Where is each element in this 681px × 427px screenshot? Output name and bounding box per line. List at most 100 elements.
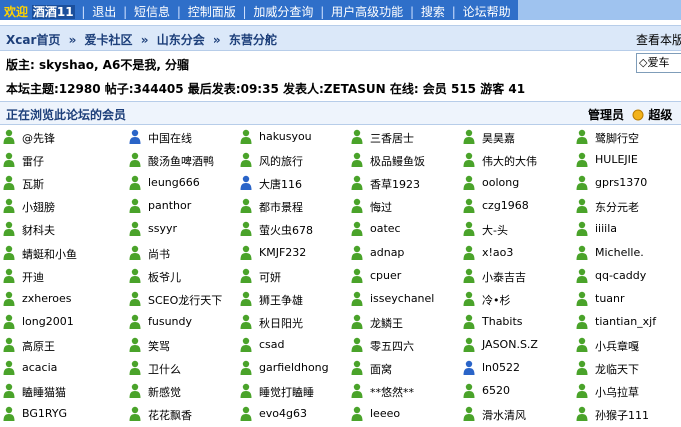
member-name[interactable]: 龙临天下	[595, 361, 639, 377]
member-name[interactable]: 6520	[482, 384, 510, 397]
breadcrumb-shandong[interactable]: 山东分会	[157, 33, 205, 47]
member-name[interactable]: 冷•杉	[482, 292, 511, 308]
member-name[interactable]: 滑水清风	[482, 407, 526, 423]
user-icon	[240, 245, 252, 260]
member-name[interactable]: oatec	[370, 222, 401, 235]
breadcrumb-dongying[interactable]: 东营分舵	[229, 33, 277, 47]
member-name[interactable]: leung666	[148, 176, 200, 189]
member-name[interactable]: 香草1923	[370, 176, 420, 192]
member-name[interactable]: x!ao3	[482, 246, 513, 259]
member-name[interactable]: ln0522	[482, 361, 520, 374]
member-name[interactable]: 大唐116	[259, 176, 302, 192]
member-name[interactable]: oolong	[482, 176, 519, 189]
member-name[interactable]: 瞌睡猫猫	[22, 384, 66, 400]
member-name[interactable]: 秋日阳光	[259, 315, 303, 331]
member-name[interactable]: 瓦斯	[22, 176, 44, 192]
member-name[interactable]: KMJF232	[259, 246, 306, 259]
user-icon	[576, 291, 588, 306]
user-icon	[576, 314, 588, 329]
member-name[interactable]: 昊昊嘉	[482, 130, 515, 146]
advanced-features-link[interactable]: 用户高级功能	[331, 5, 403, 19]
member-name[interactable]: 三香居士	[370, 130, 414, 146]
member-name[interactable]: qq-caddy	[595, 269, 646, 282]
member-name[interactable]: isseychanel	[370, 292, 434, 305]
member-name[interactable]: 豺科夫	[22, 222, 55, 238]
member-name[interactable]: 笑骂	[148, 338, 170, 354]
member-name[interactable]: iiiila	[595, 222, 617, 235]
forum-help-link[interactable]: 论坛帮助	[463, 5, 511, 19]
member-name[interactable]: 都市景程	[259, 199, 303, 215]
member-name[interactable]: 睡觉打瞌睡	[259, 384, 314, 400]
member-name[interactable]: Thabits	[482, 315, 523, 328]
member-name[interactable]: 尚书	[148, 246, 170, 262]
member-name[interactable]: 卫什么	[148, 361, 181, 377]
logout-link[interactable]: 退出	[92, 5, 116, 19]
member-name[interactable]: @先锋	[22, 130, 55, 146]
member-name[interactable]: SCEO龙行天下	[148, 292, 222, 308]
member-name[interactable]: cpuer	[370, 269, 401, 282]
member-name[interactable]: **悠然**	[370, 384, 414, 400]
member-name[interactable]: 可妍	[259, 269, 281, 285]
messages-link[interactable]: 短信息	[134, 5, 170, 19]
member-name[interactable]: 酸汤鱼啤酒鸭	[148, 153, 214, 169]
member-name[interactable]: 面窝	[370, 361, 392, 377]
view-board-link[interactable]: 查看本版	[636, 31, 681, 48]
member-name[interactable]: tiantian_xjf	[595, 315, 656, 328]
member-name[interactable]: 孙猴子111	[595, 407, 649, 423]
forum-jump-select[interactable]: ◇爱车	[636, 53, 681, 73]
member-name[interactable]: 东分元老	[595, 199, 639, 215]
member-name[interactable]: tuanr	[595, 292, 625, 305]
member-name[interactable]: 小翅膀	[22, 199, 55, 215]
menu-separator: |	[81, 5, 86, 19]
member-name[interactable]: 伟大的大伟	[482, 153, 537, 169]
member-name[interactable]: evo4g63	[259, 407, 307, 420]
member-name[interactable]: csad	[259, 338, 285, 351]
points-query-link[interactable]: 加威分查询	[253, 5, 313, 19]
member-name[interactable]: 小泰吉吉	[482, 269, 526, 285]
member-name[interactable]: 小乌拉草	[595, 384, 639, 400]
member-name[interactable]: 中国在线	[148, 130, 192, 146]
member-name[interactable]: hakusyou	[259, 130, 312, 143]
member-name[interactable]: fusundy	[148, 315, 192, 328]
user-icon	[463, 383, 475, 398]
member-name[interactable]: JASON.S.Z	[482, 338, 538, 351]
member-name[interactable]: adnap	[370, 246, 404, 259]
member-name[interactable]: garfieldhong	[259, 361, 329, 374]
control-panel-link[interactable]: 控制面版	[188, 5, 236, 19]
member-name[interactable]: panthor	[148, 199, 191, 212]
member-name[interactable]: leeeo	[370, 407, 400, 420]
member-name[interactable]: czg1968	[482, 199, 529, 212]
member-name[interactable]: 鹭脚行空	[595, 130, 639, 146]
member-name[interactable]: 雷仔	[22, 153, 44, 169]
member-name[interactable]: 零五四六	[370, 338, 414, 354]
member-name[interactable]: 小兵章嘎	[595, 338, 639, 354]
member-name[interactable]: 新感觉	[148, 384, 181, 400]
member-name[interactable]: 蜻蜓和小鱼	[22, 246, 77, 262]
member-name[interactable]: 极品鳗鱼饭	[370, 153, 425, 169]
username-link[interactable]: 酒酒11	[31, 5, 75, 19]
member-name[interactable]: Michelle.	[595, 246, 644, 259]
member-name[interactable]: 悔过	[370, 199, 392, 215]
member-name[interactable]: long2001	[22, 315, 74, 328]
user-legend: 管理员 超级	[588, 106, 672, 123]
member-name[interactable]: 板爷儿	[148, 269, 181, 285]
member-name[interactable]: BG1RYG	[22, 407, 67, 420]
search-link[interactable]: 搜索	[421, 5, 445, 19]
menu-separator: |	[409, 5, 415, 19]
member-name[interactable]: acacia	[22, 361, 57, 374]
breadcrumb-xcar-home[interactable]: Xcar首页	[6, 33, 60, 47]
user-icon	[351, 245, 363, 260]
breadcrumb-community[interactable]: 爱卡社区	[85, 33, 133, 47]
member-name[interactable]: 风的旅行	[259, 153, 303, 169]
member-name[interactable]: HULEJIE	[595, 153, 638, 166]
member-name[interactable]: gprs1370	[595, 176, 647, 189]
member-name[interactable]: 花花飘香	[148, 407, 192, 423]
member-name[interactable]: 大-头	[482, 222, 508, 238]
member-name[interactable]: zxheroes	[22, 292, 72, 305]
member-name[interactable]: 龙鳞王	[370, 315, 403, 331]
member-name[interactable]: 高原王	[22, 338, 55, 354]
member-name[interactable]: 开迪	[22, 269, 44, 285]
member-name[interactable]: 萤火虫678	[259, 222, 313, 238]
member-name[interactable]: 狮王争雄	[259, 292, 303, 308]
member-name[interactable]: ssyyr	[148, 222, 177, 235]
